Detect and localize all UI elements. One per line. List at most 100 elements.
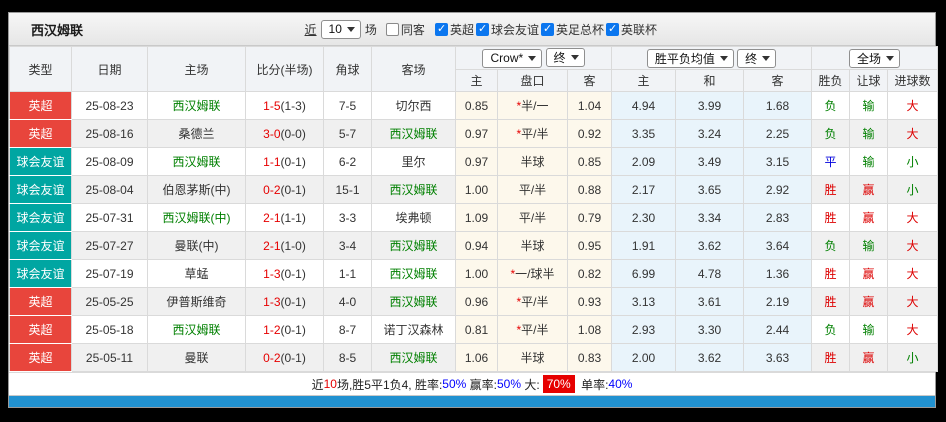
home-team: 曼联(中) <box>148 232 246 260</box>
league-filter-2[interactable]: 球会友谊 <box>476 21 539 38</box>
halftime-score: (1-1) <box>281 211 306 225</box>
odds-home: 0.94 <box>456 232 498 260</box>
match-type-badge: 球会友谊 <box>10 260 72 288</box>
bookmaker-select-value: Crow* <box>490 51 523 65</box>
match-type-badge: 球会友谊 <box>10 204 72 232</box>
match-date: 25-07-31 <box>72 204 148 232</box>
halftime-score: (0-1) <box>281 183 306 197</box>
table-row: 英超 25-05-18 西汉姆联 1-2(0-1) 8-7 诺丁汉森林 0.81… <box>10 316 938 344</box>
halftime-score: (0-1) <box>281 295 306 309</box>
odds-home: 1.00 <box>456 260 498 288</box>
fulltime-score: 2-1 <box>263 211 280 225</box>
avg-draw: 3.61 <box>676 288 744 316</box>
col-goals: 进球数 <box>888 70 938 92</box>
match-date: 25-05-25 <box>72 288 148 316</box>
avg-draw: 4.78 <box>676 260 744 288</box>
result-handicap: 输 <box>850 316 888 344</box>
avg-away: 2.44 <box>744 316 812 344</box>
home-team: 曼联 <box>148 344 246 372</box>
checkbox-checked-icon[interactable] <box>541 23 554 36</box>
result-handicap: 赢 <box>850 204 888 232</box>
corner-score: 8-5 <box>324 344 372 372</box>
away-team: 里尔 <box>372 148 456 176</box>
checkbox-checked-icon[interactable] <box>476 23 489 36</box>
away-team: 西汉姆联 <box>372 260 456 288</box>
table-row: 英超 25-08-23 西汉姆联 1-5(1-3) 7-5 切尔西 0.85 *… <box>10 92 938 120</box>
col-odds-home: 主 <box>456 70 498 92</box>
away-team: 西汉姆联 <box>372 120 456 148</box>
chevron-down-icon <box>347 27 355 32</box>
corner-score: 7-5 <box>324 92 372 120</box>
result-handicap: 赢 <box>850 344 888 372</box>
avg-final-value: 终 <box>745 50 757 67</box>
bookmaker-select-group: Crow* 终 <box>456 47 612 70</box>
odds-home: 0.96 <box>456 288 498 316</box>
result-handicap: 输 <box>850 92 888 120</box>
scope-select-group: 全场 <box>812 47 938 70</box>
match-type-badge: 球会友谊 <box>10 176 72 204</box>
away-team: 西汉姆联 <box>372 176 456 204</box>
bookmaker-select[interactable]: Crow* <box>482 49 542 68</box>
table-row: 英超 25-05-25 伊普斯维奇 1-3(0-1) 4-0 西汉姆联 0.96… <box>10 288 938 316</box>
match-count-select[interactable]: 10 <box>321 20 361 39</box>
odds-away: 0.88 <box>568 176 612 204</box>
line-text: 一/球半 <box>515 267 554 281</box>
match-date: 25-05-18 <box>72 316 148 344</box>
match-date: 25-08-23 <box>72 92 148 120</box>
avg-away: 3.63 <box>744 344 812 372</box>
odds-away: 0.95 <box>568 232 612 260</box>
corner-score: 15-1 <box>324 176 372 204</box>
summary-segment: 50% <box>442 377 466 391</box>
odds-away: 0.79 <box>568 204 612 232</box>
checkbox-unchecked-icon[interactable] <box>386 23 399 36</box>
same-venue-filter[interactable]: 同客 <box>386 21 425 38</box>
team-stats-panel: 西汉姆联 近 10 场 同客 英超球会友谊英足总杯英联杯 类型 日期 <box>8 12 936 408</box>
result-handicap: 输 <box>850 232 888 260</box>
result-goals: 大 <box>888 316 938 344</box>
result-winloss: 平 <box>812 148 850 176</box>
league-filters: 英超球会友谊英足总杯英联杯 <box>435 21 659 38</box>
league-filter-3[interactable]: 英足总杯 <box>541 21 604 38</box>
away-team: 切尔西 <box>372 92 456 120</box>
league-label: 球会友谊 <box>491 21 539 38</box>
odds-home: 1.06 <box>456 344 498 372</box>
avg-away: 1.68 <box>744 92 812 120</box>
avg-select[interactable]: 胜平负均值 <box>647 49 734 68</box>
checkbox-checked-icon[interactable] <box>435 23 448 36</box>
col-score: 比分(半场) <box>246 47 324 92</box>
corner-score: 3-3 <box>324 204 372 232</box>
checkbox-checked-icon[interactable] <box>606 23 619 36</box>
col-corner: 角球 <box>324 47 372 92</box>
avg-draw: 3.49 <box>676 148 744 176</box>
scope-select[interactable]: 全场 <box>849 49 900 68</box>
summary-segment: 单率: <box>578 376 609 393</box>
col-handicap: 让球 <box>850 70 888 92</box>
match-score: 1-2(0-1) <box>246 316 324 344</box>
avg-final-select[interactable]: 终 <box>737 49 776 68</box>
col-odds-away: 客 <box>568 70 612 92</box>
odds-home: 0.81 <box>456 316 498 344</box>
match-type-badge: 英超 <box>10 120 72 148</box>
line-text: 平/半 <box>519 211 546 225</box>
table-row: 球会友谊 25-08-04 伯恩茅斯(中) 0-2(0-1) 15-1 西汉姆联… <box>10 176 938 204</box>
avg-home: 4.94 <box>612 92 676 120</box>
bookmaker-final-select[interactable]: 终 <box>546 48 585 67</box>
avg-away: 1.36 <box>744 260 812 288</box>
odds-home: 0.97 <box>456 148 498 176</box>
halftime-score: (0-1) <box>281 155 306 169</box>
league-filter-1[interactable]: 英超 <box>435 21 474 38</box>
result-winloss: 胜 <box>812 176 850 204</box>
col-type: 类型 <box>10 47 72 92</box>
result-handicap: 赢 <box>850 176 888 204</box>
result-winloss: 胜 <box>812 344 850 372</box>
result-goals: 大 <box>888 120 938 148</box>
league-label: 英联杯 <box>621 21 657 38</box>
home-team: 伯恩茅斯(中) <box>148 176 246 204</box>
result-goals: 小 <box>888 176 938 204</box>
avg-home: 1.91 <box>612 232 676 260</box>
col-avg-away: 客 <box>744 70 812 92</box>
col-away: 客场 <box>372 47 456 92</box>
halftime-score: (1-0) <box>281 239 306 253</box>
league-filter-4[interactable]: 英联杯 <box>606 21 657 38</box>
odds-away: 0.83 <box>568 344 612 372</box>
